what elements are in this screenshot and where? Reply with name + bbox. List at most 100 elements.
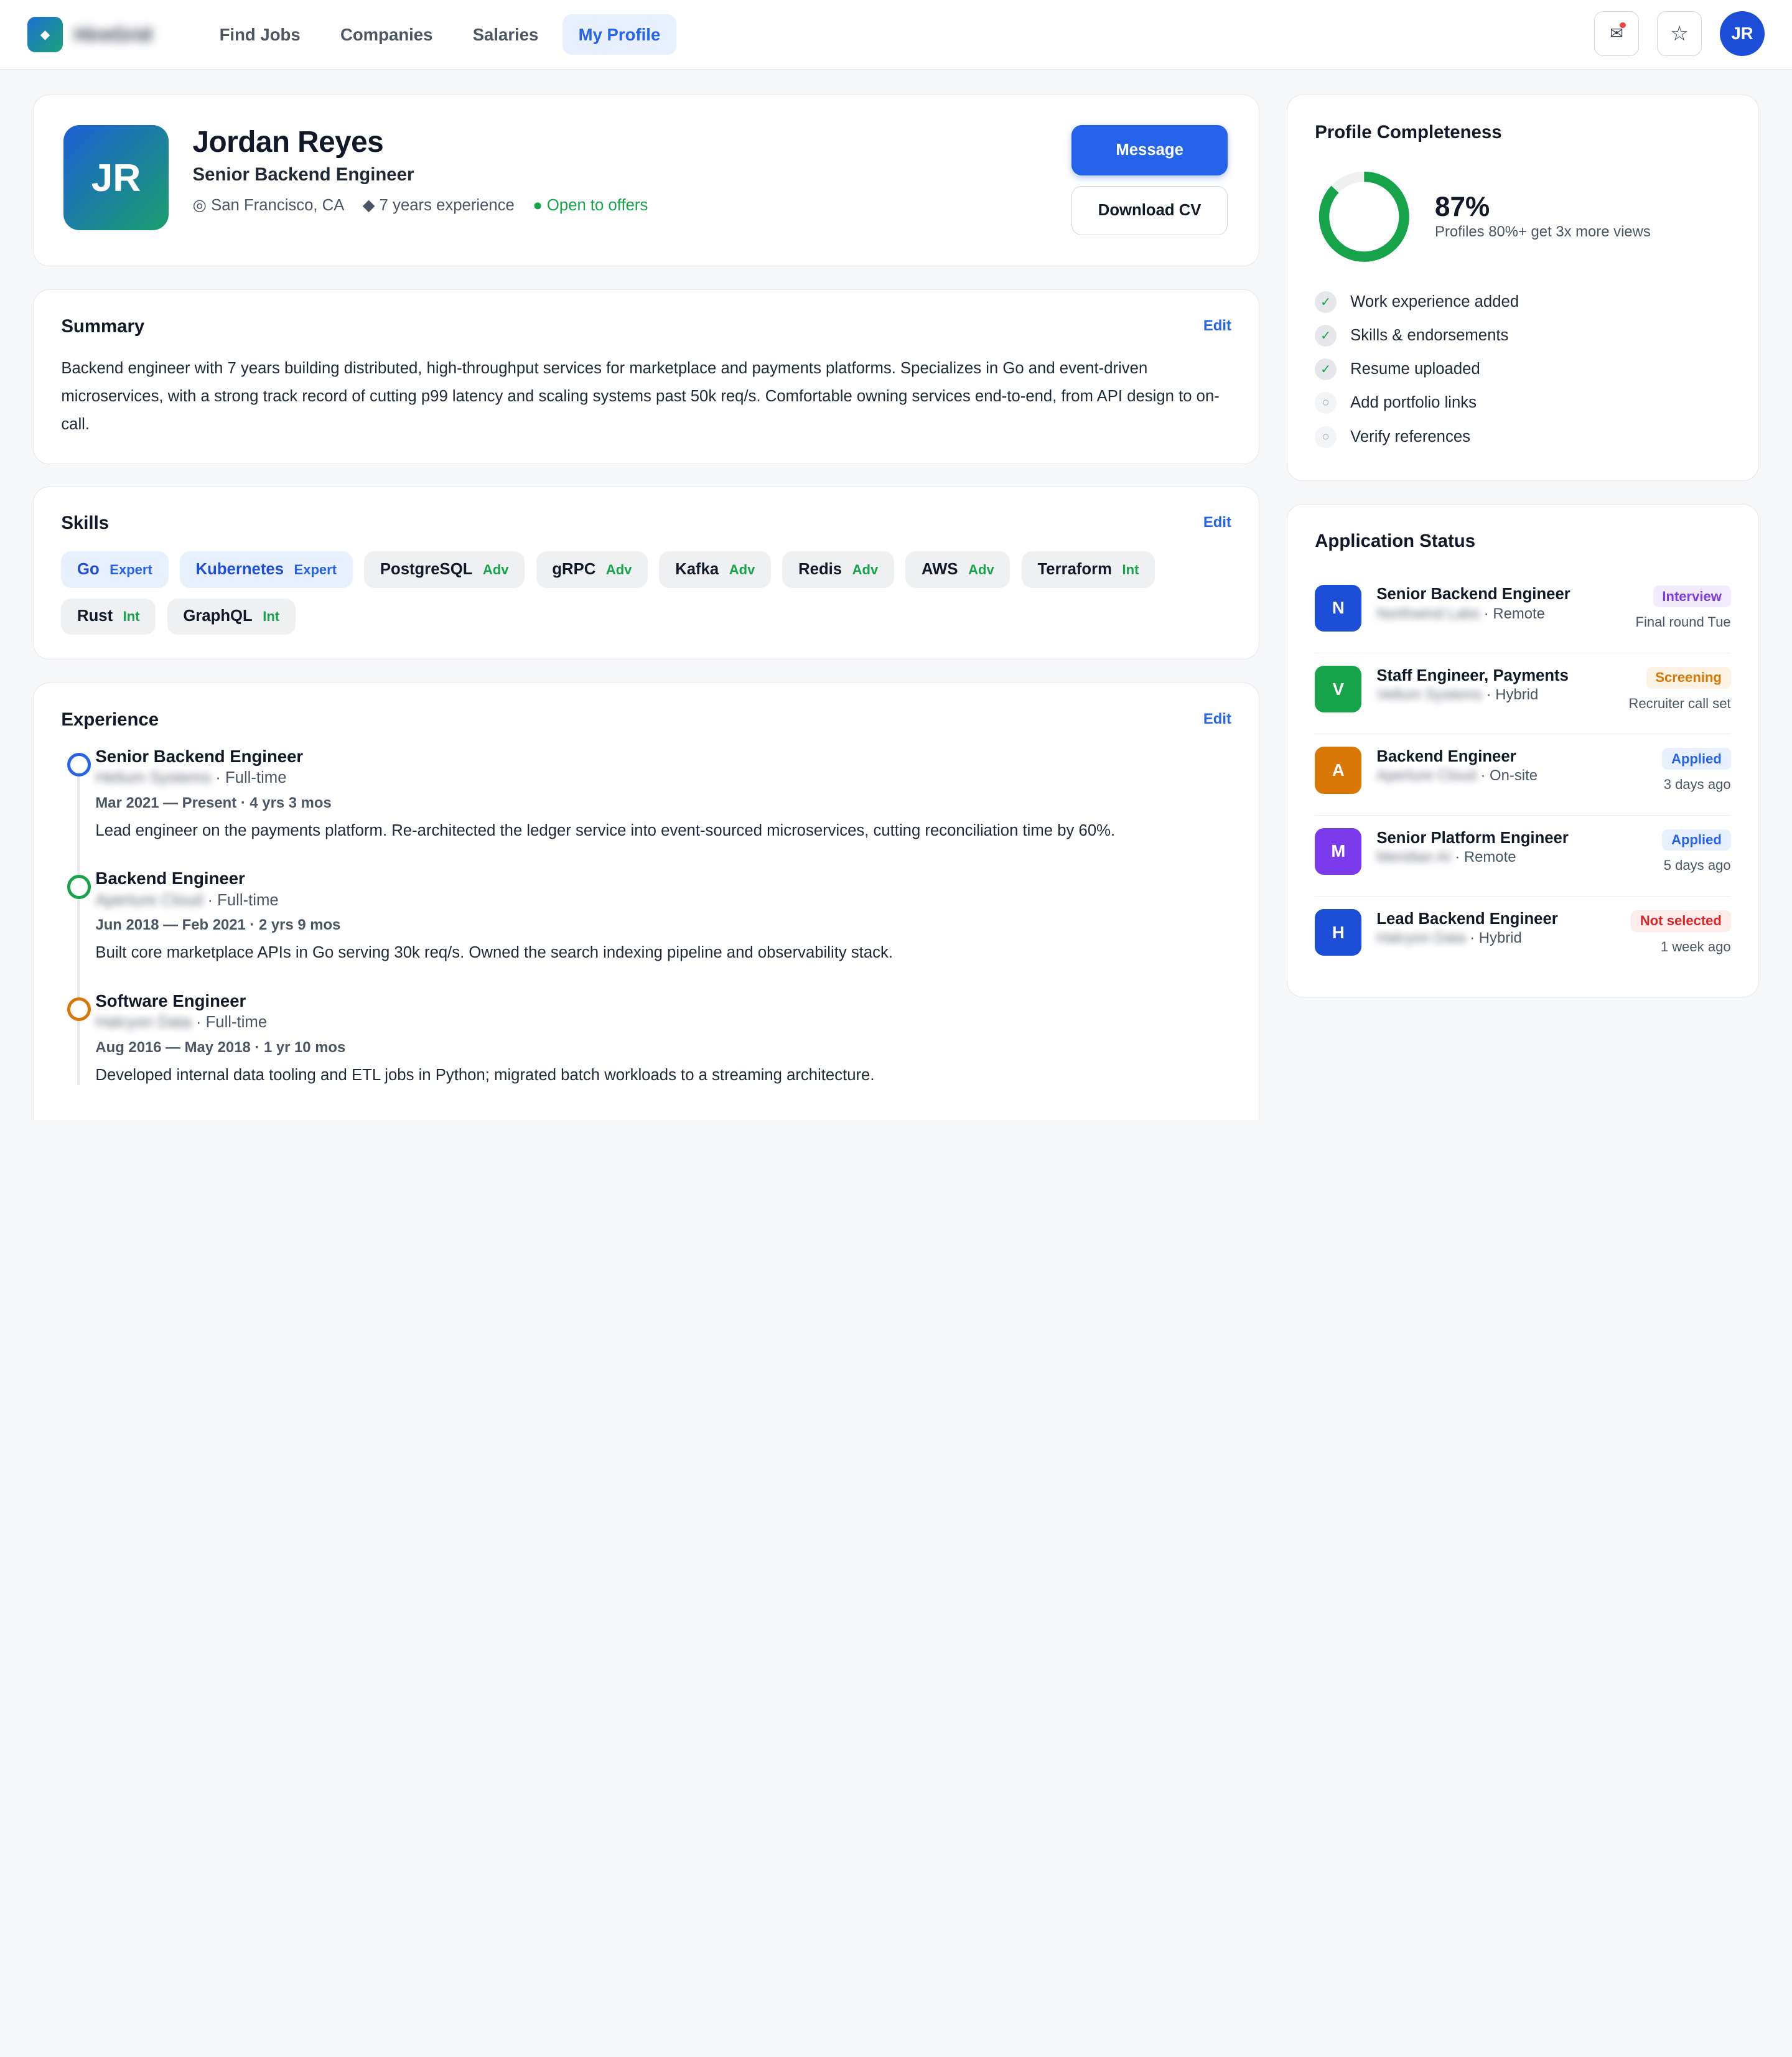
status-badge: Screening (1646, 666, 1731, 689)
experience-title: Backend Engineer (95, 869, 245, 889)
experience-company-line: Halcyon Data · Full-time (95, 1012, 1233, 1033)
profile-completeness-card: Profile Completeness 87% Profiles 80%+ g… (1287, 95, 1759, 482)
application-company-line: Vellum Systems · Hybrid (1376, 686, 1538, 704)
experience-description: Developed internal data tooling and ETL … (95, 1066, 875, 1084)
skill-level: Int (123, 608, 140, 624)
status-badge: Not selected (1631, 910, 1731, 932)
experience-type: · Full-time (215, 769, 287, 787)
application-job-title[interactable]: Staff Engineer, Payments (1376, 667, 1569, 685)
check-icon: ✓ (1315, 325, 1337, 347)
skill-chip[interactable]: Redis Adv (782, 551, 894, 589)
skill-chip[interactable]: Kubernetes Expert (179, 551, 353, 589)
skill-level: Adv (968, 561, 994, 577)
application-company: Vellum Systems (1376, 686, 1483, 703)
check-icon: ✓ (1315, 291, 1337, 313)
skill-level: Expert (294, 561, 337, 577)
application-job-title[interactable]: Backend Engineer (1376, 748, 1516, 766)
message-button[interactable]: Message (1071, 125, 1228, 175)
checklist-label: Verify references (1350, 427, 1470, 445)
application-row[interactable]: M Senior Platform Engineer Meridian AI · R… (1315, 816, 1731, 897)
application-list: N Senior Backend Engineer Northwind Labs ·… (1315, 572, 1731, 977)
experience-company: Helium Systems (95, 769, 212, 787)
experience-card: Experience Edit Senior Backend Engineer H… (33, 682, 1260, 1120)
application-company-line: Halcyon Data · Hybrid (1376, 930, 1521, 947)
skill-level: Int (263, 608, 280, 624)
timeline-dot (67, 752, 91, 777)
skill-level: Int (1122, 561, 1139, 577)
pending-circle-icon: ○ (1315, 392, 1337, 414)
skill-chip[interactable]: Kafka Adv (659, 551, 772, 589)
skill-name: GraphQL (183, 607, 253, 625)
company-logo: N (1315, 584, 1362, 632)
skill-chip[interactable]: Terraform Int (1021, 551, 1155, 589)
summary-card: Summary Edit Backend engineer with 7 yea… (33, 289, 1260, 464)
experience-title: Experience (61, 709, 159, 730)
skill-chip[interactable]: AWS Adv (905, 551, 1010, 589)
skill-name: Go (77, 561, 100, 579)
experience-description: Built core marketplace APIs in Go servin… (95, 944, 893, 962)
status-note: Recruiter call set (1628, 695, 1731, 711)
checklist-label: Add portfolio links (1350, 394, 1477, 412)
application-row[interactable]: A Backend Engineer Aperture Cloud · On-sit… (1315, 734, 1731, 816)
user-avatar[interactable]: JR (1720, 11, 1765, 56)
application-job-title[interactable]: Senior Platform Engineer (1376, 829, 1569, 847)
saved-jobs-button[interactable]: ☆ (1657, 11, 1702, 56)
experience-company-line: Aperture Cloud · Full-time (95, 890, 1233, 912)
profile-location: ◎ San Francisco, CA (192, 197, 345, 215)
experience-type: · Full-time (207, 891, 279, 909)
profile-experience: ◆ 7 years experience (362, 197, 515, 215)
experience-company: Aperture Cloud (95, 891, 203, 909)
skill-chip[interactable]: gRPC Adv (536, 551, 648, 589)
profile-meta: ◎ San Francisco, CA ◆ 7 years experience… (193, 196, 666, 215)
experience-body: Senior Backend Engineer Helium Systems · … (95, 746, 1233, 842)
experience-title: Software Engineer (95, 991, 246, 1010)
application-row[interactable]: H Lead Backend Engineer Halcyon Data · Hyb… (1315, 897, 1731, 977)
application-company: Northwind Labs (1376, 605, 1480, 622)
application-company: Meridian AI (1376, 848, 1451, 865)
application-job-title[interactable]: Senior Backend Engineer (1376, 585, 1570, 604)
timeline-dot (67, 997, 91, 1022)
experience-company: Halcyon Data (95, 1014, 192, 1032)
completeness-percent: 87% (1435, 191, 1490, 222)
application-status-title: Application Status (1315, 531, 1476, 552)
nav-salaries[interactable]: Salaries (457, 14, 554, 55)
messages-button[interactable]: ✉ (1594, 11, 1639, 56)
application-status-card: Application Status N Senior Backend Engin… (1287, 503, 1759, 998)
company-logo: V (1315, 665, 1362, 713)
profile-header-card: JR Jordan Reyes Senior Backend Engineer … (33, 95, 1260, 266)
skill-level: Expert (110, 561, 152, 577)
skills-title: Skills (61, 512, 110, 533)
brand-name[interactable]: HireGrid (74, 24, 166, 46)
application-row[interactable]: V Staff Engineer, Payments Vellum Systems … (1315, 653, 1731, 735)
checklist-item: ✓ Resume uploaded (1315, 353, 1519, 386)
application-job-title[interactable]: Lead Backend Engineer (1376, 910, 1557, 928)
skill-chip[interactable]: PostgreSQL Adv (364, 551, 525, 589)
skill-chip[interactable]: GraphQL Int (167, 598, 296, 635)
experience-description: Lead engineer on the payments platform. … (95, 821, 1116, 839)
status-note: 1 week ago (1660, 938, 1731, 954)
experience-item: Software Engineer Halcyon Data · Full-tim… (61, 991, 1233, 1086)
timeline-dot (67, 875, 91, 899)
experience-body: Software Engineer Halcyon Data · Full-tim… (95, 991, 1233, 1086)
application-company: Halcyon Data (1376, 930, 1466, 947)
nav-my-profile[interactable]: My Profile (562, 14, 676, 55)
nav-companies[interactable]: Companies (324, 14, 449, 55)
summary-title: Summary (61, 315, 145, 337)
experience-item: Backend Engineer Aperture Cloud · Full-ti… (61, 868, 1233, 964)
brand-logo-icon[interactable]: ◆ (27, 17, 63, 52)
application-row[interactable]: N Senior Backend Engineer Northwind Labs ·… (1315, 572, 1731, 653)
summary-edit-link[interactable]: Edit (1203, 317, 1231, 335)
download-cv-button[interactable]: Download CV (1071, 185, 1228, 235)
skill-chip[interactable]: Rust Int (61, 598, 156, 635)
skill-chip[interactable]: Go Expert (61, 551, 169, 589)
check-icon: ✓ (1315, 358, 1337, 381)
status-badge: Applied (1662, 748, 1731, 770)
skill-level: Adv (852, 561, 879, 577)
skills-edit-link[interactable]: Edit (1203, 514, 1231, 531)
experience-type: · Full-time (195, 1014, 268, 1032)
nav-find-jobs[interactable]: Find Jobs (203, 14, 317, 55)
status-note: 5 days ago (1663, 857, 1731, 874)
checklist-label: Work experience added (1350, 292, 1519, 310)
experience-edit-link[interactable]: Edit (1203, 711, 1231, 728)
skill-name: gRPC (552, 561, 596, 579)
